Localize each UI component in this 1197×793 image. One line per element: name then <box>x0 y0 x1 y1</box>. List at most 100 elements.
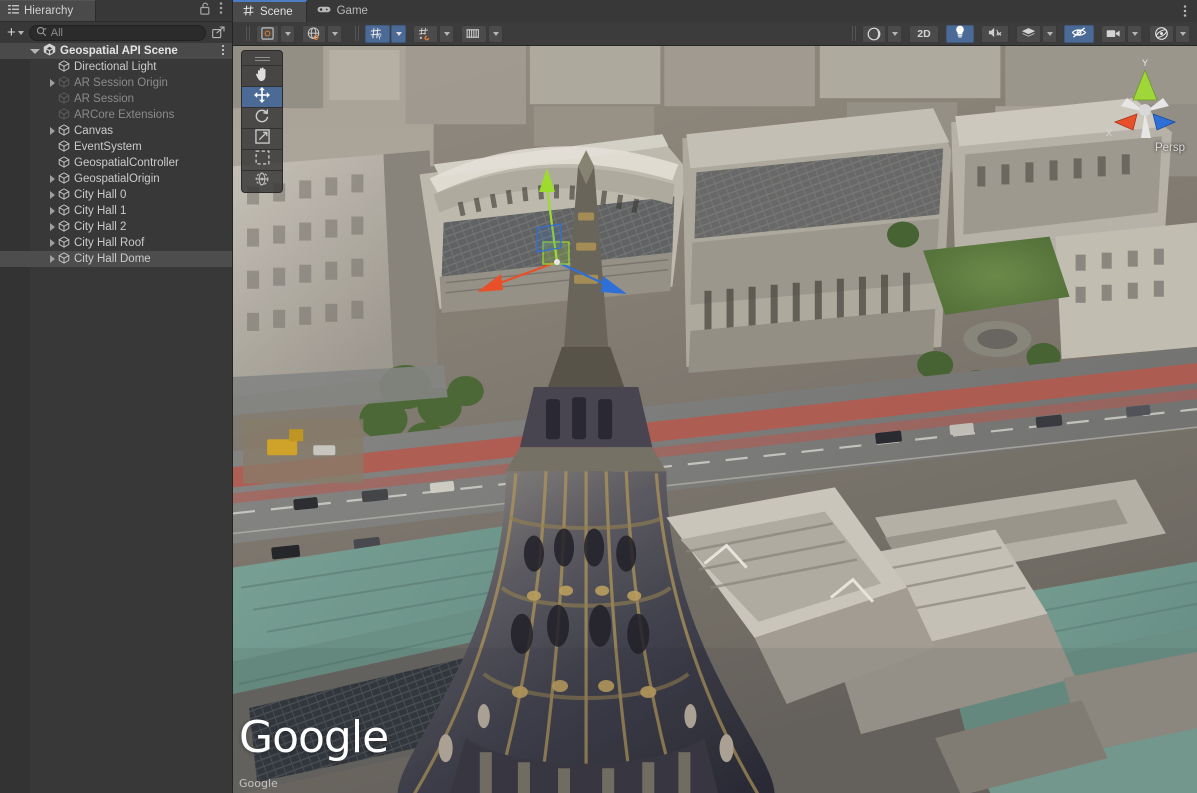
svg-text:Y: Y <box>1142 58 1148 68</box>
hierarchy-tabbar: Hierarchy <box>0 0 232 22</box>
transform-tool[interactable] <box>242 170 282 191</box>
toolbar-divider <box>246 26 250 41</box>
hierarchy-item-city-hall-dome[interactable]: City Hall Dome <box>0 251 232 267</box>
gameobject-cube-icon <box>58 124 70 139</box>
gameobject-cube-icon <box>58 172 70 187</box>
fx-group <box>1016 25 1057 43</box>
move-tool[interactable] <box>242 86 282 107</box>
hierarchy-toolbar: + All <box>0 22 232 43</box>
unity-scene-icon <box>43 43 56 59</box>
hierarchy-item-label: City Hall 1 <box>74 205 126 217</box>
hierarchy-item-canvas[interactable]: Canvas <box>0 123 232 139</box>
gameobject-cube-icon <box>58 156 70 171</box>
gizmos-dropdown[interactable] <box>1175 25 1190 43</box>
hierarchy-menu-icon[interactable] <box>219 1 223 20</box>
scene-viewport[interactable]: Y X Persp Google Google <box>233 46 1197 793</box>
tab-hierarchy[interactable]: Hierarchy <box>0 0 96 21</box>
hierarchy-item-label: City Hall Roof <box>74 237 144 249</box>
chevron-down-icon <box>396 32 402 36</box>
move-arrows-icon <box>254 87 270 108</box>
scene-camera-button[interactable] <box>1101 25 1126 43</box>
lock-open-icon[interactable] <box>200 2 210 20</box>
hierarchy-item-geospatialcontroller[interactable]: GeospatialController <box>0 155 232 171</box>
fx-button[interactable] <box>1016 25 1041 43</box>
chevron-right-icon[interactable] <box>50 191 55 199</box>
hierarchy-item-city-hall-1[interactable]: City Hall 1 <box>0 203 232 219</box>
scene-row-menu-icon[interactable] <box>221 44 232 59</box>
tab-game-label: Game <box>337 5 368 17</box>
move-gizmo[interactable] <box>469 162 629 302</box>
chevron-right-icon[interactable] <box>50 223 55 231</box>
grid-snap-button[interactable]: Y <box>365 25 390 43</box>
tools-drag-handle[interactable] <box>253 54 271 63</box>
view-tool[interactable] <box>242 65 282 86</box>
hierarchy-item-directional-light[interactable]: Directional Light <box>0 59 232 75</box>
gizmos-button[interactable] <box>1149 25 1174 43</box>
google-watermark-secondary: Google <box>239 777 278 790</box>
grid-snap-dropdown[interactable] <box>391 25 406 43</box>
hierarchy-item-label: ARCore Extensions <box>74 109 174 121</box>
chevron-right-icon[interactable] <box>50 79 55 87</box>
scene-lighting-button[interactable] <box>946 25 974 43</box>
gameobject-cube-icon <box>58 76 70 91</box>
handle-space-dropdown[interactable] <box>327 25 342 43</box>
chevron-right-icon[interactable] <box>50 175 55 183</box>
grid-visibility-button[interactable] <box>461 25 487 43</box>
hierarchy-scene-root[interactable]: Geospatial API Scene <box>0 43 232 59</box>
scale-tool[interactable] <box>242 128 282 149</box>
gamepad-icon <box>317 4 331 18</box>
hierarchy-item-city-hall-roof[interactable]: City Hall Roof <box>0 235 232 251</box>
draw-mode-dropdown[interactable] <box>887 25 902 43</box>
snap-increment-dropdown[interactable] <box>439 25 454 43</box>
fx-dropdown[interactable] <box>1042 25 1057 43</box>
hierarchy-item-label: AR Session Origin <box>74 77 168 89</box>
create-gameobject-button[interactable]: + <box>6 25 25 41</box>
scene-camera-dropdown[interactable] <box>1127 25 1142 43</box>
scene-grid-icon <box>243 5 254 19</box>
pivot-mode-button[interactable] <box>256 25 279 43</box>
plus-icon: + <box>7 27 16 39</box>
draw-mode-button[interactable] <box>862 25 886 43</box>
grid-visibility-dropdown[interactable] <box>488 25 503 43</box>
projection-mode-label[interactable]: Persp <box>1155 142 1185 154</box>
2d-toggle-button[interactable]: 2D <box>909 25 939 43</box>
chevron-down-icon <box>332 32 338 36</box>
handle-space-button[interactable] <box>302 25 326 43</box>
tab-game[interactable]: Game <box>307 0 381 22</box>
expand-panel-icon[interactable] <box>210 25 227 41</box>
scene-3d-tiles-imagery <box>233 46 1197 793</box>
chevron-down-icon <box>18 31 24 35</box>
tab-hierarchy-label: Hierarchy <box>24 5 73 17</box>
hierarchy-item-eventsystem[interactable]: EventSystem <box>0 139 232 155</box>
pivot-mode-dropdown[interactable] <box>280 25 295 43</box>
rect-tool[interactable] <box>242 149 282 170</box>
chevron-right-icon[interactable] <box>50 127 55 135</box>
grid-visibility-group <box>461 25 503 43</box>
chevron-right-icon[interactable] <box>50 239 55 247</box>
hierarchy-item-city-hall-2[interactable]: City Hall 2 <box>0 219 232 235</box>
hierarchy-item-arcore-extensions[interactable]: ARCore Extensions <box>0 107 232 123</box>
grid-snap-group: Y <box>365 25 406 43</box>
hidden-objects-button[interactable] <box>1064 25 1094 43</box>
scene-audio-button[interactable] <box>981 25 1009 43</box>
hierarchy-search-placeholder: All <box>51 27 63 39</box>
gameobject-cube-icon <box>58 252 70 267</box>
chevron-down-icon <box>1180 32 1186 36</box>
hierarchy-tab-tools <box>200 0 232 21</box>
tab-scene[interactable]: Scene <box>233 0 307 22</box>
snap-increment-button[interactable] <box>413 25 438 43</box>
hierarchy-item-ar-session-origin[interactable]: AR Session Origin <box>0 75 232 91</box>
scene-panel-menu-icon[interactable] <box>1183 0 1197 22</box>
chevron-down-icon <box>444 32 450 36</box>
chevron-right-icon[interactable] <box>50 207 55 215</box>
scene-tools-overlay <box>241 50 283 193</box>
hierarchy-item-ar-session[interactable]: AR Session <box>0 91 232 107</box>
hierarchy-search-field[interactable]: All <box>29 25 206 41</box>
speaker-mute-icon <box>988 26 1002 42</box>
chevron-right-icon[interactable] <box>50 255 55 263</box>
hierarchy-item-geospatialorigin[interactable]: GeospatialOrigin <box>0 171 232 187</box>
gameobject-cube-icon <box>58 108 70 123</box>
rotate-tool[interactable] <box>242 107 282 128</box>
chevron-down-icon[interactable] <box>30 49 40 54</box>
hierarchy-item-city-hall-0[interactable]: City Hall 0 <box>0 187 232 203</box>
